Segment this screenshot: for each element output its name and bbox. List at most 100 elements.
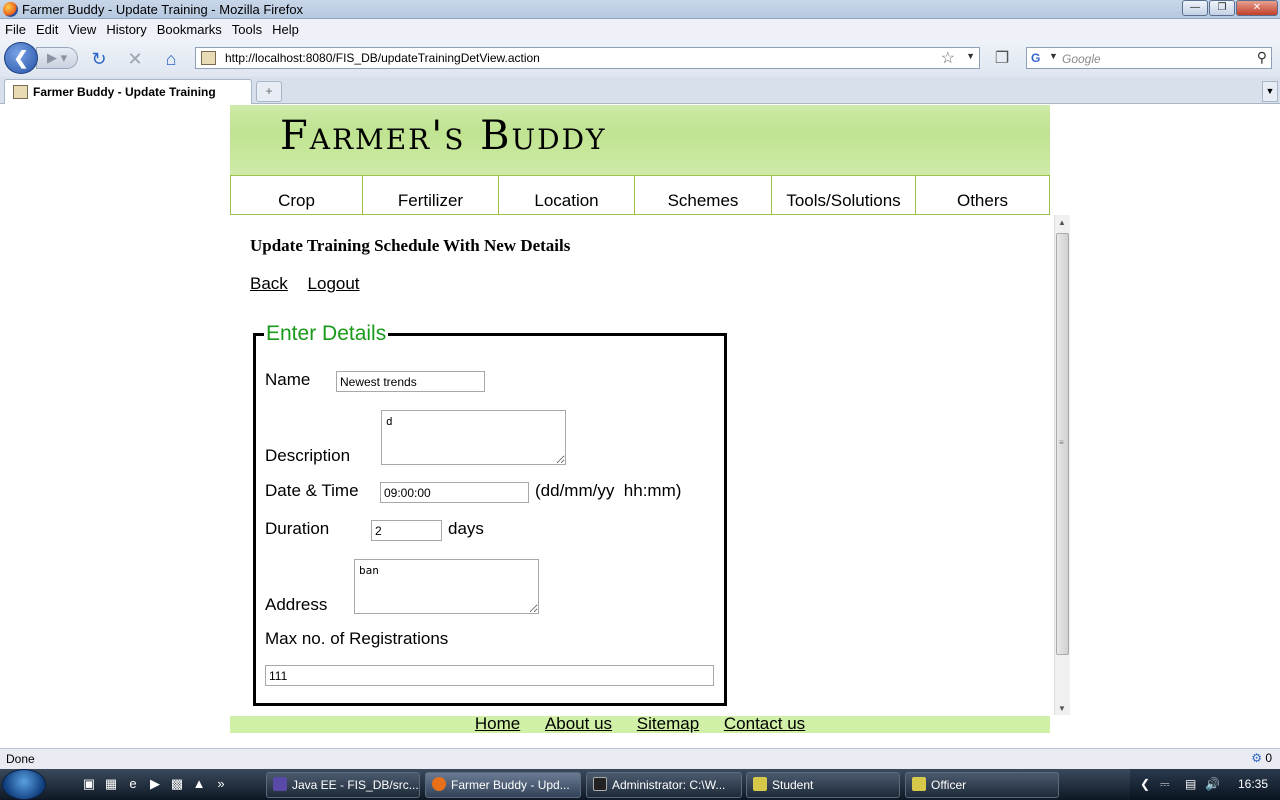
status-bar: Done ⚙ 0 (0, 748, 1280, 769)
menu-view[interactable]: View (63, 19, 101, 40)
details-fieldset: Enter Details Name Description d Date & … (253, 322, 727, 706)
window-titlebar: Farmer Buddy - Update Training - Mozilla… (0, 0, 1280, 19)
new-tab-button[interactable]: + (256, 81, 282, 102)
show-desktop-icon[interactable]: ▣ (80, 775, 98, 793)
page-viewport: Farmer's Buddy Crop Fertilizer Location … (0, 105, 1280, 748)
fieldset-legend: Enter Details (266, 322, 387, 345)
taskbar-java-ee[interactable]: Java EE - FIS_DB/src... (266, 772, 420, 798)
quicklaunch-more-icon[interactable]: » (212, 775, 230, 793)
nav-others[interactable]: Others (916, 176, 1049, 214)
datetime-format-hint: (dd/mm/yy hh:mm) (535, 481, 682, 500)
footer-sitemap-link[interactable]: Sitemap (637, 714, 699, 733)
menu-history[interactable]: History (101, 19, 151, 40)
status-text: Done (6, 752, 35, 766)
name-input[interactable] (336, 371, 485, 392)
taskbar-farmer-buddy[interactable]: Farmer Buddy - Upd... (425, 772, 581, 798)
tab-farmer-buddy[interactable]: Farmer Buddy - Update Training (4, 79, 252, 104)
system-tray: ❮ ⎓ ▤ 🔊 16:35 (1130, 769, 1280, 800)
bookmark-star-icon[interactable]: ☆ (941, 48, 955, 68)
datetime-input[interactable] (380, 482, 529, 503)
name-label: Name (265, 370, 311, 389)
site-nav: Crop Fertilizer Location Schemes Tools/S… (230, 175, 1050, 215)
menu-file[interactable]: File (0, 19, 31, 40)
menu-bar: File Edit View History Bookmarks Tools H… (0, 19, 1280, 40)
forward-button[interactable]: ▶ ▾ (36, 47, 78, 69)
addon-icon[interactable]: ⚙ (1251, 751, 1262, 765)
menu-tools[interactable]: Tools (227, 19, 267, 40)
tray-expand-icon[interactable]: ❮ (1140, 777, 1150, 791)
switch-windows-icon[interactable]: ▦ (102, 775, 120, 793)
duration-input[interactable] (371, 520, 442, 541)
max-registrations-label: Max no. of Registrations (265, 629, 449, 648)
nav-fertilizer[interactable]: Fertilizer (363, 176, 499, 214)
url-text: http://localhost:8080/FIS_DB/updateTrain… (225, 51, 540, 65)
ie-icon[interactable]: e (124, 775, 142, 793)
footer-contact-link[interactable]: Contact us (724, 714, 805, 733)
tab-strip: Farmer Buddy - Update Training + ▼ (0, 77, 1280, 104)
status-counter: ⚙ 0 (1251, 751, 1272, 765)
maximize-button[interactable]: ❐ (1209, 0, 1235, 16)
engine-dropdown-icon[interactable]: ▼ (1049, 51, 1058, 61)
navigation-toolbar: ▶ ▾ ❮ ↻ ✕ ⌂ http://localhost:8080/FIS_DB… (0, 40, 1280, 77)
nav-crop[interactable]: Crop (231, 176, 363, 214)
media-icon[interactable]: ▶ (146, 775, 164, 793)
google-engine-icon[interactable]: G (1031, 51, 1047, 65)
tab-label: Farmer Buddy - Update Training (33, 85, 216, 99)
clock[interactable]: 16:35 (1238, 777, 1268, 791)
scroll-up-icon[interactable]: ▲ (1058, 218, 1066, 227)
tab-overview-icon[interactable]: ❐ (990, 48, 1014, 70)
tab-list-button[interactable]: ▼ (1262, 81, 1278, 102)
duration-label: Duration (265, 519, 330, 538)
back-link[interactable]: Back (250, 274, 288, 293)
minimize-button[interactable]: — (1182, 0, 1208, 16)
site-logo: Farmer's Buddy (280, 113, 607, 159)
site-footer: Home About us Sitemap Contact us (230, 714, 1050, 733)
logout-link[interactable]: Logout (308, 274, 360, 293)
firefox-icon (432, 777, 446, 791)
url-dropdown-icon[interactable]: ▼ (966, 51, 975, 61)
site-banner: Farmer's Buddy (230, 105, 1050, 175)
close-button[interactable]: ✕ (1236, 0, 1278, 16)
site-favicon (201, 51, 216, 65)
menu-help[interactable]: Help (267, 19, 304, 40)
max-registrations-input[interactable] (265, 665, 714, 686)
page-title: Update Training Schedule With New Detail… (250, 236, 571, 255)
network-icon[interactable]: ▤ (1185, 777, 1196, 791)
address-textarea[interactable]: ban (354, 559, 539, 614)
firefox-icon (3, 2, 18, 17)
footer-home-link[interactable]: Home (475, 714, 520, 733)
search-icon[interactable]: ⚲ (1257, 49, 1267, 66)
reload-icon[interactable]: ↻ (88, 48, 110, 70)
vlc-icon[interactable]: ▲ (190, 775, 208, 793)
folder-icon (912, 777, 926, 791)
eclipse-icon (273, 777, 287, 791)
scroll-down-icon[interactable]: ▼ (1058, 704, 1066, 713)
window-title: Farmer Buddy - Update Training - Mozilla… (22, 2, 304, 17)
menu-edit[interactable]: Edit (31, 19, 63, 40)
safely-remove-icon[interactable]: ⎓ (1160, 777, 1170, 792)
address-label: Address (265, 595, 328, 614)
description-textarea[interactable]: d (381, 410, 566, 465)
address-bar[interactable]: http://localhost:8080/FIS_DB/updateTrain… (195, 47, 980, 69)
search-bar[interactable]: G ▼ Google ⚲ (1026, 47, 1272, 69)
search-placeholder: Google (1062, 52, 1101, 66)
quick-launch: ▣ ▦ e ▶ ▩ ▲ » (80, 775, 230, 793)
nav-tools-solutions[interactable]: Tools/Solutions (772, 176, 916, 214)
nav-schemes[interactable]: Schemes (635, 176, 772, 214)
taskbar-student[interactable]: Student (746, 772, 900, 798)
menu-bookmarks[interactable]: Bookmarks (152, 19, 227, 40)
terminal-icon[interactable]: ▩ (168, 775, 186, 793)
status-count: 0 (1265, 751, 1272, 765)
page-links: Back Logout (250, 274, 375, 294)
taskbar-cmd[interactable]: Administrator: C:\W... (586, 772, 742, 798)
stop-icon[interactable]: ✕ (124, 48, 146, 70)
taskbar-officer[interactable]: Officer (905, 772, 1059, 798)
footer-about-link[interactable]: About us (545, 714, 612, 733)
start-button[interactable] (2, 769, 46, 800)
back-button[interactable]: ❮ (4, 42, 38, 74)
content-frame: Update Training Schedule With New Detail… (230, 215, 1070, 717)
volume-icon[interactable]: 🔊 (1205, 777, 1220, 791)
content-scrollbar[interactable]: ▲ ≡ ▼ (1054, 215, 1070, 715)
nav-location[interactable]: Location (499, 176, 635, 214)
home-icon[interactable]: ⌂ (160, 48, 182, 70)
